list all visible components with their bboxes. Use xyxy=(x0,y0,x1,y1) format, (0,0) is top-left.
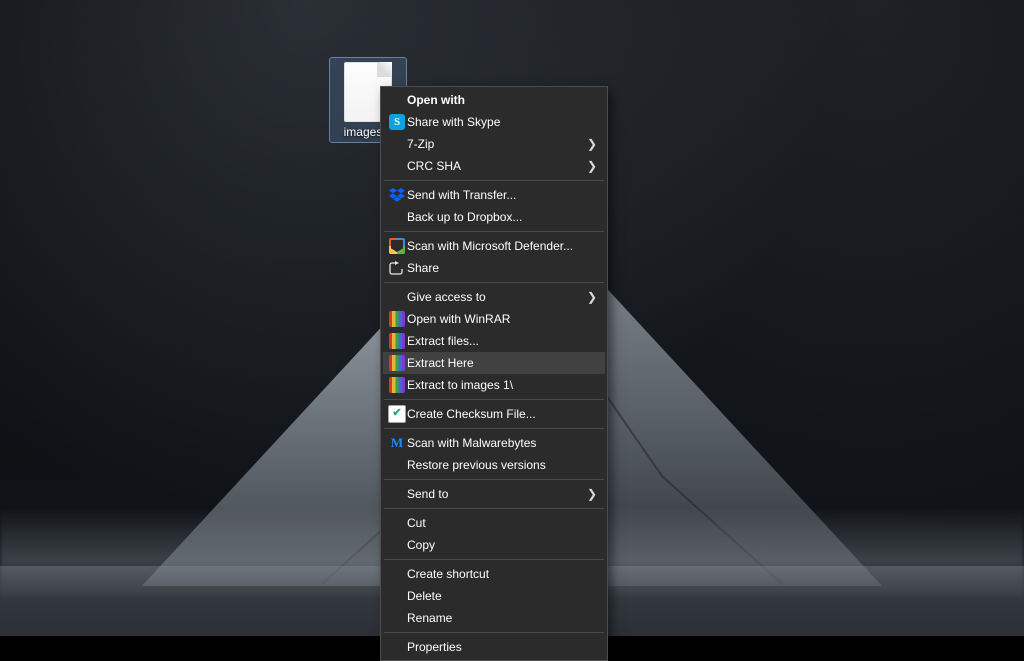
menu-backup-dropbox-label: Back up to Dropbox... xyxy=(407,206,597,228)
menu-copy-label: Copy xyxy=(407,534,597,556)
menu-open-with-label: Open with xyxy=(407,89,597,111)
menu-share[interactable]: Share xyxy=(383,257,605,279)
menu-crc-sha-label: CRC SHA xyxy=(407,155,581,177)
menu-extract-here-label: Extract Here xyxy=(407,352,597,374)
menu-separator xyxy=(384,559,604,560)
menu-open-with[interactable]: Open with xyxy=(383,89,605,111)
menu-give-access[interactable]: Give access to ❯ xyxy=(383,286,605,308)
menu-give-access-label: Give access to xyxy=(407,286,581,308)
chevron-right-icon: ❯ xyxy=(587,487,597,501)
menu-restore-previous[interactable]: Restore previous versions xyxy=(383,454,605,476)
menu-cut-label: Cut xyxy=(407,512,597,534)
menu-extract-files[interactable]: Extract files... xyxy=(383,330,605,352)
chevron-right-icon: ❯ xyxy=(587,290,597,304)
menu-separator xyxy=(384,479,604,480)
menu-extract-files-label: Extract files... xyxy=(407,330,597,352)
menu-send-to-label: Send to xyxy=(407,483,581,505)
winrar-icon xyxy=(387,333,407,349)
menu-copy[interactable]: Copy xyxy=(383,534,605,556)
winrar-icon xyxy=(387,355,407,371)
menu-send-to[interactable]: Send to ❯ xyxy=(383,483,605,505)
menu-send-transfer[interactable]: Send with Transfer... xyxy=(383,184,605,206)
menu-scan-malwarebytes[interactable]: M Scan with Malwarebytes xyxy=(383,432,605,454)
checksum-icon xyxy=(387,405,407,423)
menu-separator xyxy=(384,180,604,181)
menu-delete[interactable]: Delete xyxy=(383,585,605,607)
menu-properties[interactable]: Properties xyxy=(383,636,605,658)
menu-share-skype[interactable]: Share with Skype xyxy=(383,111,605,133)
menu-7zip[interactable]: 7-Zip ❯ xyxy=(383,133,605,155)
menu-separator xyxy=(384,231,604,232)
menu-7zip-label: 7-Zip xyxy=(407,133,581,155)
menu-share-skype-label: Share with Skype xyxy=(407,111,597,133)
winrar-icon xyxy=(387,311,407,327)
menu-create-checksum-label: Create Checksum File... xyxy=(407,403,597,425)
menu-backup-dropbox[interactable]: Back up to Dropbox... xyxy=(383,206,605,228)
menu-restore-previous-label: Restore previous versions xyxy=(407,454,597,476)
menu-properties-label: Properties xyxy=(407,636,597,658)
menu-extract-to[interactable]: Extract to images 1\ xyxy=(383,374,605,396)
menu-scan-defender-label: Scan with Microsoft Defender... xyxy=(407,235,597,257)
skype-icon xyxy=(387,114,407,130)
menu-create-shortcut-label: Create shortcut xyxy=(407,563,597,585)
dropbox-icon xyxy=(387,187,407,203)
menu-create-checksum[interactable]: Create Checksum File... xyxy=(383,403,605,425)
menu-send-transfer-label: Send with Transfer... xyxy=(407,184,597,206)
menu-separator xyxy=(384,282,604,283)
menu-create-shortcut[interactable]: Create shortcut xyxy=(383,563,605,585)
malwarebytes-icon: M xyxy=(387,435,407,451)
menu-separator xyxy=(384,428,604,429)
chevron-right-icon: ❯ xyxy=(587,137,597,151)
menu-rename-label: Rename xyxy=(407,607,597,629)
menu-separator xyxy=(384,399,604,400)
menu-separator xyxy=(384,508,604,509)
menu-cut[interactable]: Cut xyxy=(383,512,605,534)
menu-delete-label: Delete xyxy=(407,585,597,607)
chevron-right-icon: ❯ xyxy=(587,159,597,173)
menu-scan-malwarebytes-label: Scan with Malwarebytes xyxy=(407,432,597,454)
menu-rename[interactable]: Rename xyxy=(383,607,605,629)
menu-crc-sha[interactable]: CRC SHA ❯ xyxy=(383,155,605,177)
context-menu: Open with Share with Skype 7-Zip ❯ CRC S… xyxy=(380,86,608,661)
winrar-icon xyxy=(387,377,407,393)
defender-icon xyxy=(387,238,407,254)
menu-open-winrar-label: Open with WinRAR xyxy=(407,308,597,330)
menu-share-label: Share xyxy=(407,257,597,279)
menu-open-winrar[interactable]: Open with WinRAR xyxy=(383,308,605,330)
menu-scan-defender[interactable]: Scan with Microsoft Defender... xyxy=(383,235,605,257)
menu-separator xyxy=(384,632,604,633)
menu-extract-here[interactable]: Extract Here xyxy=(383,352,605,374)
menu-extract-to-label: Extract to images 1\ xyxy=(407,374,597,396)
share-icon xyxy=(387,260,407,276)
